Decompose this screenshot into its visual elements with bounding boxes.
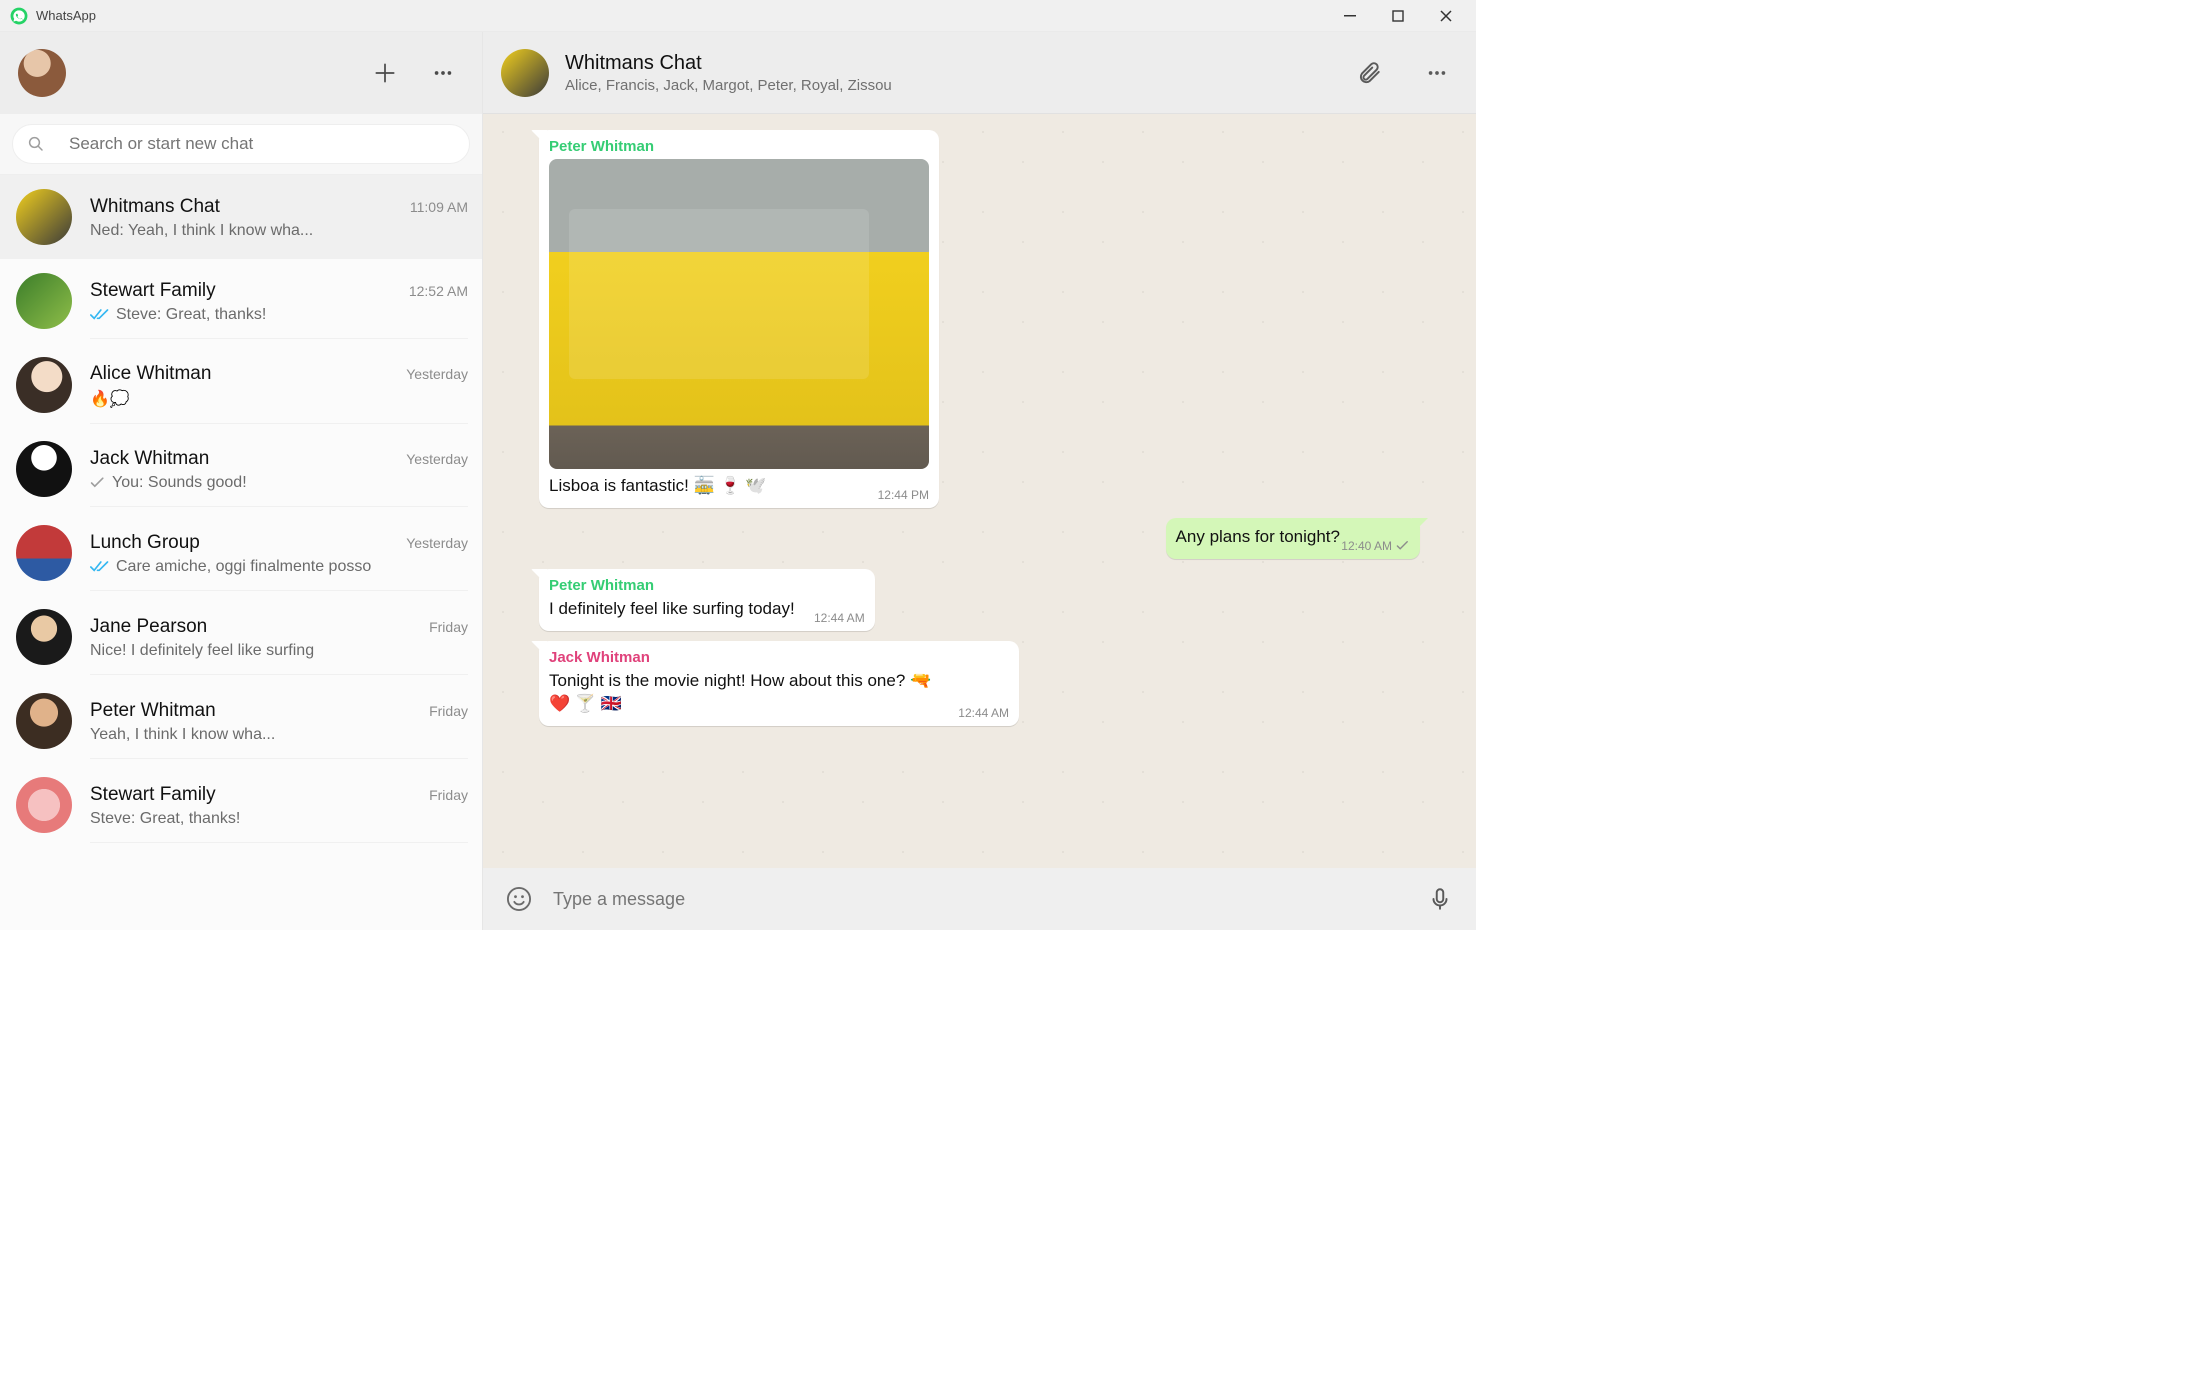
search-input[interactable] [69, 134, 455, 154]
chat-name: Alice Whitman [90, 363, 406, 385]
chat-name: Peter Whitman [90, 700, 429, 722]
chat-snippet: Yeah, I think I know wha... [90, 726, 468, 744]
chat-name: Jane Pearson [90, 616, 429, 638]
new-chat-button[interactable] [364, 52, 406, 94]
message-time: 12:44 AM [814, 611, 865, 625]
search-field[interactable] [12, 124, 470, 164]
chat-list-item[interactable]: Jane PearsonFriday Nice! I definitely fee… [0, 595, 482, 679]
window-maximize-button[interactable] [1374, 0, 1422, 32]
chat-avatar [16, 189, 72, 245]
message-sender: Peter Whitman [549, 138, 929, 155]
chat-name: Whitmans Chat [90, 196, 410, 218]
chat-avatar [16, 273, 72, 329]
chat-snippet: Steve: Great, thanks! [90, 810, 468, 828]
chat-time: 12:52 AM [409, 283, 468, 299]
attach-button[interactable] [1348, 52, 1390, 94]
window-title: WhatsApp [36, 8, 96, 23]
chat-name: Stewart Family [90, 280, 409, 302]
message-bubble[interactable]: Peter WhitmanI definitely feel like surf… [539, 569, 875, 631]
check-sent-icon [90, 476, 106, 490]
window-titlebar: WhatsApp [0, 0, 1476, 32]
chat-time: Yesterday [406, 366, 468, 382]
chat-list-item[interactable]: Jack WhitmanYesterday You: Sounds good! [0, 427, 482, 511]
conversation-title: Whitmans Chat [565, 51, 892, 75]
conversation-avatar[interactable] [501, 49, 549, 97]
message-time: 12:44 PM [878, 488, 929, 502]
left-menu-button[interactable] [422, 52, 464, 94]
paperclip-icon [1356, 60, 1382, 86]
chat-time: Yesterday [406, 451, 468, 467]
message-input[interactable] [539, 889, 1420, 910]
conversation-pane: Whitmans Chat Alice, Francis, Jack, Marg… [483, 32, 1476, 930]
chat-time: Friday [429, 787, 468, 803]
search-icon [27, 135, 45, 153]
chat-list-pane: Whitmans Chat11:09 AM Ned: Yeah, I think … [0, 32, 483, 930]
chat-list-item[interactable]: Alice WhitmanYesterday 🔥💭 [0, 343, 482, 427]
conversation-menu-button[interactable] [1416, 52, 1458, 94]
chat-avatar [16, 525, 72, 581]
message-row: Peter WhitmanI definitely feel like surf… [539, 569, 1420, 631]
emoji-button[interactable] [499, 879, 539, 919]
message-image[interactable] [549, 159, 929, 469]
message-row: Any plans for tonight?12:40 AM [539, 518, 1420, 559]
left-header [0, 32, 482, 114]
chat-avatar [16, 609, 72, 665]
chat-time: Friday [429, 703, 468, 719]
chat-name: Lunch Group [90, 532, 406, 554]
chat-snippet: 🔥💭 [90, 389, 468, 409]
window-minimize-button[interactable] [1326, 0, 1374, 32]
composer [483, 868, 1476, 930]
my-avatar[interactable] [18, 49, 66, 97]
chat-avatar [16, 357, 72, 413]
chat-list[interactable]: Whitmans Chat11:09 AM Ned: Yeah, I think … [0, 175, 482, 930]
double-check-read-icon [90, 308, 110, 322]
smiley-icon [505, 885, 533, 913]
double-check-read-icon [90, 560, 110, 574]
chat-list-item[interactable]: Whitmans Chat11:09 AM Ned: Yeah, I think … [0, 175, 482, 259]
chat-time: Friday [429, 619, 468, 635]
chat-time: 11:09 AM [410, 199, 468, 215]
chat-list-item[interactable]: Peter WhitmanFriday Yeah, I think I know … [0, 679, 482, 763]
chat-list-item[interactable]: Stewart FamilyFriday Steve: Great, thanks… [0, 763, 482, 847]
chat-name: Stewart Family [90, 784, 429, 806]
chat-list-item[interactable]: Lunch GroupYesterday Care amiche, oggi fi… [0, 511, 482, 595]
voice-message-button[interactable] [1420, 879, 1460, 919]
chat-avatar [16, 441, 72, 497]
message-text: Tonight is the movie night! How about th… [549, 670, 1009, 716]
chat-snippet: You: Sounds good! [90, 474, 468, 492]
message-bubble[interactable]: Any plans for tonight?12:40 AM [1166, 518, 1420, 559]
message-text: Lisboa is fantastic! 🚋 🍷 🕊️ [549, 475, 929, 498]
chat-snippet: Steve: Great, thanks! [90, 306, 468, 324]
message-bubble[interactable]: Jack Whitman Tonight is the movie night! … [539, 641, 1019, 726]
message-bubble[interactable]: Peter Whitman Lisboa is fantastic! 🚋 🍷 🕊️… [539, 130, 939, 508]
microphone-icon [1427, 886, 1453, 912]
plus-icon [372, 60, 398, 86]
message-list[interactable]: Peter Whitman Lisboa is fantastic! 🚋 🍷 🕊️… [483, 114, 1476, 868]
more-horizontal-icon [1426, 62, 1448, 84]
chat-snippet: Ned: Yeah, I think I know wha... [90, 222, 468, 240]
conversation-header[interactable]: Whitmans Chat Alice, Francis, Jack, Marg… [483, 32, 1476, 114]
message-time: 12:40 AM [1341, 539, 1392, 553]
conversation-subtitle: Alice, Francis, Jack, Margot, Peter, Roy… [565, 77, 892, 94]
message-sender: Jack Whitman [549, 649, 1009, 666]
chat-name: Jack Whitman [90, 448, 406, 470]
message-row: Peter Whitman Lisboa is fantastic! 🚋 🍷 🕊️… [539, 130, 1420, 508]
chat-snippet: Care amiche, oggi finalmente posso [90, 558, 468, 576]
chat-time: Yesterday [406, 535, 468, 551]
chat-list-item[interactable]: Stewart Family12:52 AM Steve: Great, than… [0, 259, 482, 343]
chat-snippet: Nice! I definitely feel like surfing [90, 642, 468, 660]
whatsapp-logo-icon [10, 7, 28, 25]
message-sender: Peter Whitman [549, 577, 865, 594]
check-sent-icon [1396, 540, 1410, 552]
window-close-button[interactable] [1422, 0, 1470, 32]
more-horizontal-icon [432, 62, 454, 84]
chat-avatar [16, 693, 72, 749]
message-time: 12:44 AM [958, 706, 1009, 720]
chat-avatar [16, 777, 72, 833]
message-row: Jack Whitman Tonight is the movie night! … [539, 641, 1420, 726]
